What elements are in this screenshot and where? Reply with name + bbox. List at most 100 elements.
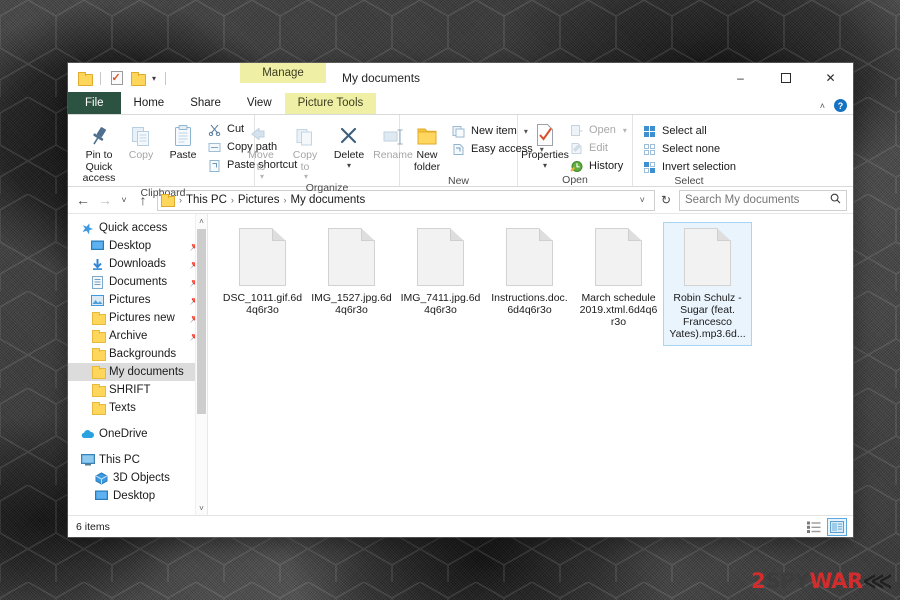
delete-button[interactable]: Delete ▾ xyxy=(329,119,369,171)
contextual-tab-header: Manage xyxy=(240,63,326,83)
properties-caret-icon[interactable]: ▾ xyxy=(543,161,547,169)
qat-folder-icon[interactable] xyxy=(129,70,146,87)
scissors-icon xyxy=(207,122,222,136)
select-none-button[interactable]: Select none xyxy=(640,141,740,157)
generic-file-icon-3 xyxy=(506,228,553,286)
edit-button[interactable]: Edit xyxy=(567,140,631,156)
copy-to-button[interactable]: Copy to ▾ xyxy=(285,119,325,182)
refresh-button[interactable]: ↻ xyxy=(655,193,677,207)
file-item-1[interactable]: IMG_1527.jpg.6d4q6r3o xyxy=(307,222,396,346)
pin-to-quick-access-button[interactable]: Pin to Quick access xyxy=(79,119,119,187)
open-group-label: Open xyxy=(562,174,588,186)
status-bar: 6 items xyxy=(68,515,853,537)
file-label-2: IMG_7411.jpg.6d4q6r3o xyxy=(400,292,481,316)
folder-icon-texts xyxy=(90,401,106,415)
sidebar-item-shrift[interactable]: SHRIFT xyxy=(68,381,207,399)
new-folder-button[interactable]: New folder xyxy=(407,119,447,175)
sidebar-item-3d-objects[interactable]: 3D Objects xyxy=(68,469,207,487)
invert-selection-button[interactable]: Invert selection xyxy=(640,159,740,175)
sidebar-label-shrift: SHRIFT xyxy=(109,384,151,396)
watermark-2spyware: 2SPYWAR⋘ xyxy=(751,570,892,592)
folder-icon-archive xyxy=(90,329,106,343)
explorer-window: ✓ ▾ Manage My documents – ✕ File Home Sh… xyxy=(68,63,853,537)
move-to-caret-icon[interactable]: ▾ xyxy=(260,173,264,181)
sidebar-item-onedrive[interactable]: OneDrive xyxy=(68,425,207,443)
search-icon[interactable] xyxy=(830,193,841,207)
move-to-button[interactable]: Move to ▾ xyxy=(241,119,281,182)
help-icon[interactable]: ? xyxy=(834,99,847,112)
history-label: History xyxy=(589,159,624,172)
open-caret-icon[interactable]: ▾ xyxy=(623,124,627,137)
scroll-down-button[interactable]: ˅ xyxy=(196,501,207,515)
details-view-button[interactable] xyxy=(804,518,824,536)
open-button[interactable]: Open ▾ xyxy=(567,122,631,138)
copy-path-icon xyxy=(207,140,222,154)
sidebar-item-pictures[interactable]: Pictures 📌 xyxy=(68,291,207,309)
sidebar-label-desktop-pc: Desktop xyxy=(113,490,156,502)
delete-caret-icon[interactable]: ▾ xyxy=(347,161,351,169)
sidebar-item-this-pc[interactable]: This PC xyxy=(68,451,207,469)
minimize-button[interactable]: – xyxy=(718,63,763,93)
scroll-up-button[interactable]: ˄ xyxy=(196,214,207,228)
title-bar: ✓ ▾ Manage My documents – ✕ xyxy=(68,63,853,93)
tab-view[interactable]: View xyxy=(234,93,285,114)
file-item-4[interactable]: March schedule 2019.xtml.6d4q6r3o xyxy=(574,222,663,346)
collapse-ribbon-icon[interactable]: ˄ xyxy=(820,101,825,111)
generic-file-icon-4 xyxy=(595,228,642,286)
sidebar-item-pictures-new[interactable]: Pictures new 📌 xyxy=(68,309,207,327)
paste-icon xyxy=(173,121,193,147)
watermark-part-4: ⋘ xyxy=(862,569,893,593)
file-label-1: IMG_1527.jpg.6d4q6r3o xyxy=(311,292,392,316)
3d-objects-icon xyxy=(94,471,109,485)
select-none-icon xyxy=(642,142,657,156)
new-item-label: New item xyxy=(471,124,517,137)
delete-label: Delete xyxy=(333,149,365,161)
sidebar-gap-1 xyxy=(68,417,207,425)
sidebar-item-downloads[interactable]: Downloads 📌 xyxy=(68,255,207,273)
sidebar-item-desktop[interactable]: Desktop 📌 xyxy=(68,237,207,255)
file-list-pane[interactable]: DSC_1011.gif.6d4q6r3o IMG_1527.jpg.6d4q6… xyxy=(208,214,853,515)
address-dropdown-icon[interactable]: ˅ xyxy=(635,195,650,205)
maximize-button[interactable] xyxy=(763,63,808,93)
history-button[interactable]: History xyxy=(567,158,631,174)
sidebar-item-my-documents[interactable]: My documents xyxy=(68,363,207,381)
sidebar-item-archive[interactable]: Archive 📌 xyxy=(68,327,207,345)
ribbon-tab-strip: File Home Share View Picture Tools ˄ ? xyxy=(68,92,853,115)
sidebar-item-texts[interactable]: Texts xyxy=(68,399,207,417)
tab-file[interactable]: File xyxy=(68,92,121,114)
tab-share[interactable]: Share xyxy=(177,93,234,114)
file-item-0[interactable]: DSC_1011.gif.6d4q6r3o xyxy=(218,222,307,346)
qat-new-folder-icon[interactable] xyxy=(76,70,93,87)
copy-to-caret-icon[interactable]: ▾ xyxy=(304,173,308,181)
copy-button[interactable]: Copy xyxy=(121,119,161,164)
pin-to-quick-access-label: Pin to Quick access xyxy=(82,149,116,184)
scrollbar-thumb[interactable] xyxy=(197,229,206,414)
sidebar-item-quick-access[interactable]: Quick access xyxy=(68,219,207,237)
properties-icon xyxy=(534,121,556,147)
sidebar-item-backgrounds[interactable]: Backgrounds xyxy=(68,345,207,363)
folder-icon-my-documents xyxy=(90,365,106,379)
file-label-4: March schedule 2019.xtml.6d4q6r3o xyxy=(579,292,658,328)
tab-home[interactable]: Home xyxy=(120,93,178,114)
quick-access-toolbar: ✓ ▾ xyxy=(68,63,169,93)
sidebar-label-my-documents: My documents xyxy=(109,366,184,378)
qat-properties-icon[interactable]: ✓ xyxy=(108,70,125,87)
file-item-2[interactable]: IMG_7411.jpg.6d4q6r3o xyxy=(396,222,485,346)
watermark-part-1: 2 xyxy=(751,569,766,593)
navigation-scrollbar[interactable]: ˄ ˅ xyxy=(195,214,207,515)
tab-picture-tools[interactable]: Picture Tools xyxy=(284,93,377,114)
file-item-5[interactable]: Robin Schulz - Sugar (feat. Francesco Ya… xyxy=(663,222,752,346)
large-icons-view-button[interactable] xyxy=(827,517,847,536)
sidebar-item-desktop-pc[interactable]: Desktop xyxy=(68,487,207,505)
search-input[interactable]: Search My documents xyxy=(679,189,847,211)
file-item-3[interactable]: Instructions.doc.6d4q6r3o xyxy=(485,222,574,346)
sidebar-item-documents[interactable]: Documents 📌 xyxy=(68,273,207,291)
file-label-5: Robin Schulz - Sugar (feat. Francesco Ya… xyxy=(669,292,746,340)
paste-button[interactable]: Paste xyxy=(163,119,203,164)
close-button[interactable]: ✕ xyxy=(808,63,853,93)
properties-button[interactable]: Properties ▾ xyxy=(521,119,569,171)
select-all-button[interactable]: Select all xyxy=(640,123,740,139)
qat-divider xyxy=(100,71,101,85)
qat-divider-2 xyxy=(165,71,167,85)
qat-customize-icon[interactable]: ▾ xyxy=(150,74,158,83)
